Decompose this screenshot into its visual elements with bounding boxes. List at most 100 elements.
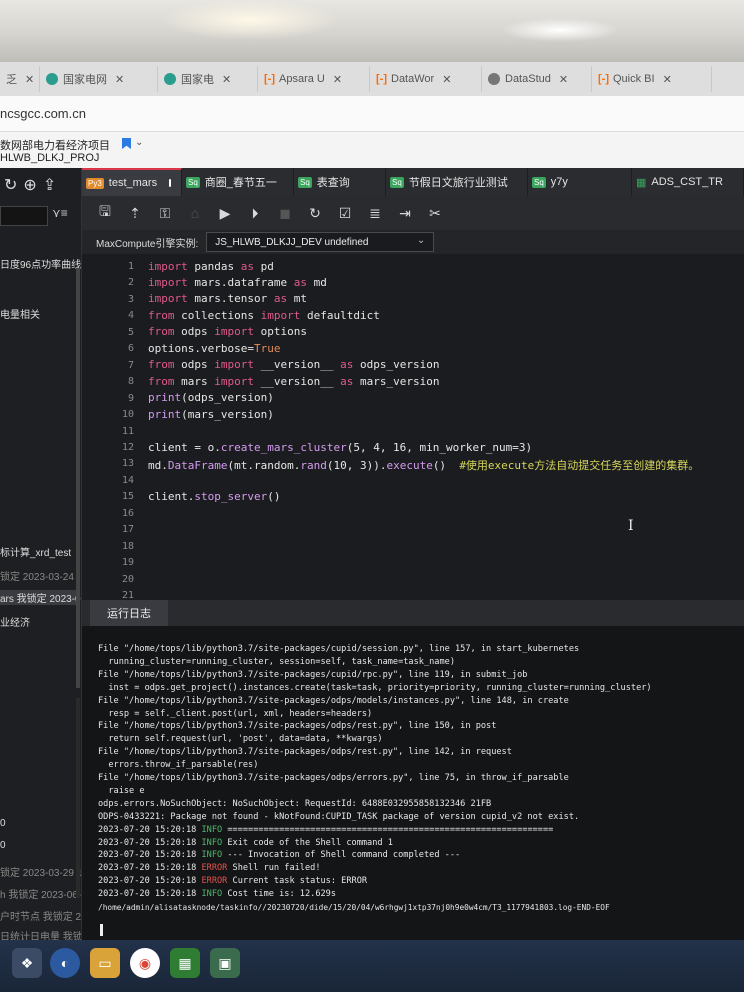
sidebar-item[interactable]: 电量相关: [0, 306, 40, 321]
bookmark-icon[interactable]: [122, 138, 131, 149]
address-url: ncsgcc.com.cn: [0, 106, 86, 121]
line-number: 3: [127, 293, 134, 305]
sidebar-item[interactable]: 0: [0, 818, 6, 829]
tools-icon[interactable]: ✂: [426, 204, 444, 222]
browser-tab-label: 国家电网: [63, 74, 107, 86]
sidebar-item[interactable]: 标计算_xrd_test: [0, 544, 71, 559]
run-icon[interactable]: ▶: [216, 204, 234, 222]
code-line: print(mars_version): [148, 408, 274, 421]
export-icon[interactable]: ⇪: [43, 175, 56, 195]
tab-label: 节假日文旅行业测试: [408, 177, 508, 189]
tab-sql[interactable]: Sq 表查询: [294, 168, 386, 196]
instance-label: MaxCompute引擎实例:: [96, 238, 199, 250]
line-number: 17: [121, 524, 134, 536]
sql-icon: Sq: [186, 176, 200, 188]
sidebar-scrollbar[interactable]: [76, 268, 80, 688]
export-icon[interactable]: ⇥: [396, 204, 414, 222]
run-log-panel[interactable]: File "/home/tops/lib/python3.7/site-pack…: [82, 626, 744, 940]
sidebar-item[interactable]: 锁定 2023-03-29 14:: [0, 864, 81, 879]
close-icon[interactable]: ✕: [442, 73, 451, 86]
code-line: from odps import __version__ as odps_ver…: [148, 358, 440, 371]
line-number-gutter: 1 2 3 4 5 6 7 8 9 10 11 12 13 14 15 16 17 18 19 20 21: [82, 254, 138, 600]
target-icon[interactable]: ⊕: [23, 175, 36, 195]
tab-test-mars[interactable]: Py3 test_mars: [82, 168, 182, 196]
tab-sql[interactable]: Sq 商圈_春节五一: [182, 168, 294, 196]
log-tab-bar: 运行日志: [82, 600, 744, 626]
lock-icon[interactable]: ⚿: [156, 204, 174, 222]
close-icon[interactable]: ✕: [25, 73, 34, 86]
close-icon[interactable]: ✕: [222, 73, 231, 86]
chevron-down-icon[interactable]: ⌄: [135, 137, 143, 148]
tab-run-log[interactable]: 运行日志: [90, 600, 168, 626]
code-line: md.DataFrame(mt.random.rand(10, 3)).exec…: [148, 459, 700, 472]
code-line: import pandas as pd: [148, 260, 274, 273]
tab-label: y7y: [550, 176, 568, 188]
code-editor[interactable]: 1 2 3 4 5 6 7 8 9 10 11 12 13 14 15 16 17 18 19 20 21 import…: [82, 254, 744, 600]
chrome-icon[interactable]: ◉: [130, 948, 160, 978]
refresh-icon[interactable]: ↻: [306, 204, 324, 222]
code-line: from collections import defaultdict: [148, 309, 380, 322]
browser-tab[interactable]: DataStud ✕: [482, 66, 592, 92]
log-line: File "/home/tops/lib/python3.7/site-pack…: [98, 644, 580, 654]
browser-tab[interactable]: [-] Apsara U ✕: [258, 66, 370, 92]
browser-tab[interactable]: [-] DataWor ✕: [370, 66, 482, 92]
globe-icon: [46, 73, 58, 85]
run-params-icon[interactable]: ⏵: [246, 204, 264, 222]
format-icon[interactable]: ≣: [366, 204, 384, 222]
table-icon: ▦: [636, 176, 647, 189]
browser-tab[interactable]: 国家电网 ✕: [40, 66, 158, 92]
line-number: 10: [121, 409, 134, 421]
tab-sql[interactable]: Sq 节假日文旅行业测试: [386, 168, 528, 196]
line-number: 8: [127, 376, 134, 388]
sidebar-search-input[interactable]: [0, 206, 48, 226]
sidebar-item[interactable]: 锁定 2023-03-24: [0, 568, 74, 583]
tab-sql[interactable]: Sq y7y: [528, 168, 632, 196]
refresh-icon[interactable]: ↻: [4, 175, 17, 195]
close-icon[interactable]: ✕: [115, 73, 124, 86]
line-number: 19: [121, 557, 134, 569]
code-line: import mars.tensor as mt: [148, 292, 307, 305]
line-number: 1: [127, 261, 134, 272]
code-line: from mars import __version__ as mars_ver…: [148, 375, 440, 388]
log-line: return self.request(url, 'post', data=da…: [98, 734, 383, 745]
close-icon[interactable]: ✕: [559, 73, 568, 86]
save-icon[interactable]: 🖫: [96, 203, 114, 222]
log-status-line: 2023-07-20 15:20:18 INFO Cost time is: 1…: [98, 889, 337, 900]
sidebar-item[interactable]: h 我锁定 2023-06-0: [0, 886, 81, 901]
browser-tab[interactable]: [-] Quick BI ✕: [592, 66, 712, 92]
browser-icon[interactable]: ◐: [50, 948, 80, 978]
log-line: File "/home/tops/lib/python3.7/site-pack…: [98, 721, 497, 732]
sidebar-item[interactable]: 日统计日电量 我锁: [0, 928, 81, 940]
code-line: client.stop_server(): [148, 490, 281, 503]
close-icon[interactable]: ✕: [663, 73, 672, 86]
unlock-icon[interactable]: ⌂: [186, 204, 204, 222]
log-caret: [100, 924, 103, 936]
app-icon[interactable]: ▣: [210, 948, 240, 978]
browser-tab[interactable]: 乏 ✕: [0, 66, 40, 92]
project-header: 数网部电力看经济项目 HLWB_DLKJ_PROJ ⌄: [0, 132, 744, 168]
browser-tab-label: Quick BI: [613, 73, 655, 85]
close-icon[interactable]: ✕: [333, 73, 342, 86]
instance-value: JS_HLWB_DLKJJ_DEV undefined: [215, 236, 369, 248]
filter-icon[interactable]: ⋎≡: [52, 206, 68, 220]
tab-table[interactable]: ▦ ADS_CST_TR: [632, 168, 744, 196]
aliyun-icon: [-]: [264, 73, 275, 85]
aliyun-icon: [-]: [376, 73, 387, 85]
sidebar-item[interactable]: 0: [0, 840, 6, 851]
sidebar-item[interactable]: 业经济: [0, 614, 30, 629]
folder-icon[interactable]: ▭: [90, 948, 120, 978]
address-bar[interactable]: ncsgcc.com.cn: [0, 96, 744, 132]
upload-icon[interactable]: ⇡: [126, 204, 144, 222]
sidebar-item[interactable]: ars 我锁定 2023-0: [0, 590, 81, 605]
monitor-bezel: [0, 0, 744, 62]
instance-select[interactable]: JS_HLWB_DLKJJ_DEV undefined ⌄: [206, 232, 435, 252]
sidebar-item[interactable]: 户时节点 我锁定 20: [0, 908, 81, 923]
stop-icon[interactable]: ◼: [276, 204, 294, 222]
check-icon[interactable]: ☑: [336, 204, 354, 222]
line-number: 16: [121, 507, 134, 519]
code-line: client = o.create_mars_cluster(5, 4, 16,…: [148, 441, 533, 454]
sidebar-item[interactable]: 日度96点功率曲线: [0, 256, 81, 271]
excel-icon[interactable]: ▦: [170, 948, 200, 978]
start-icon[interactable]: ❖: [12, 948, 42, 978]
browser-tab[interactable]: 国家电 ✕: [158, 66, 258, 92]
